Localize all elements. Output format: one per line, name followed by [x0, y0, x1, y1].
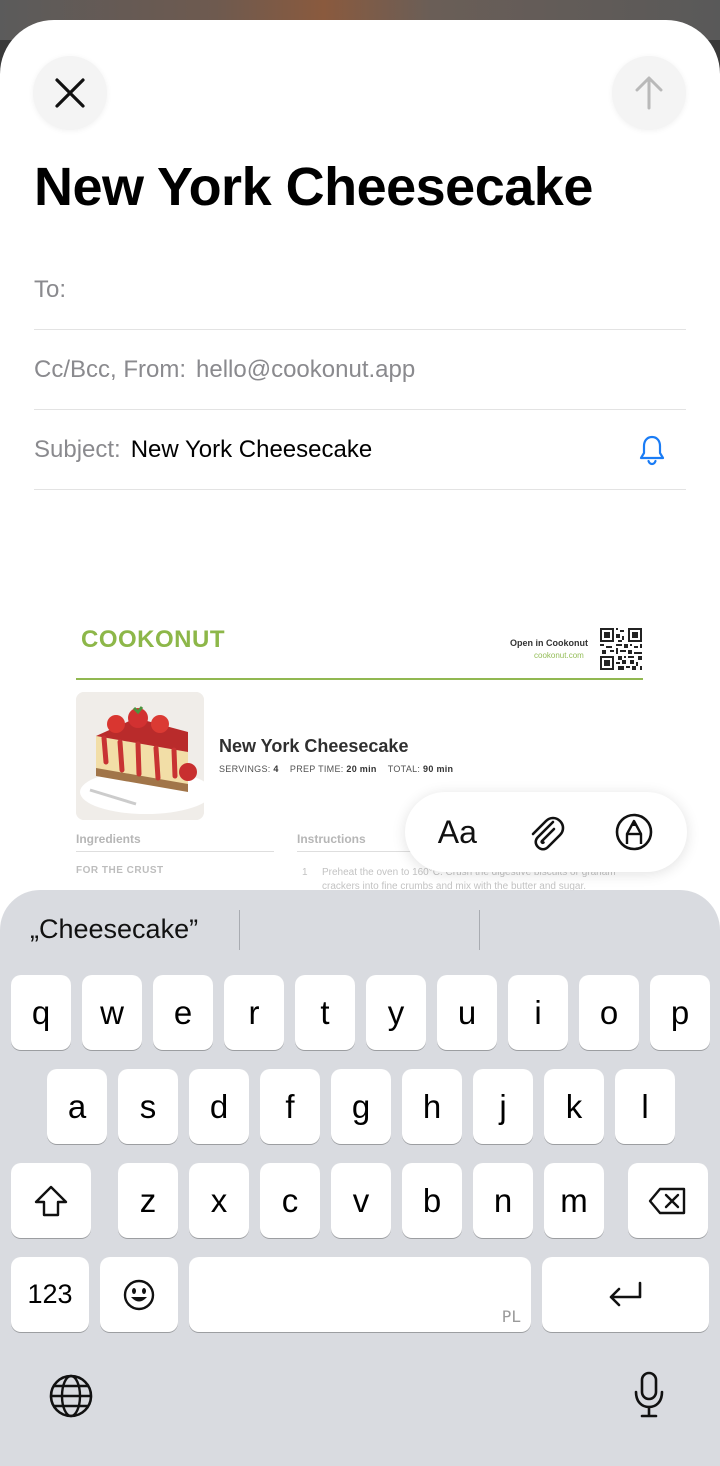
to-field[interactable]: To: — [34, 250, 686, 330]
key-f[interactable]: f — [260, 1069, 320, 1144]
close-button[interactable] — [33, 56, 107, 130]
key-j[interactable]: j — [473, 1069, 533, 1144]
suggestion-divider — [479, 910, 480, 950]
total-label: TOTAL: — [387, 764, 421, 774]
backspace-icon — [648, 1187, 686, 1214]
key-n[interactable]: n — [473, 1163, 533, 1238]
shift-key[interactable] — [11, 1163, 91, 1238]
key-u[interactable]: u — [437, 975, 497, 1050]
compose-title: New York Cheesecake — [34, 157, 593, 217]
close-icon — [55, 78, 85, 108]
recipe-title: New York Cheesecake — [219, 736, 409, 756]
key-m[interactable]: m — [544, 1163, 604, 1238]
emoji-icon — [123, 1279, 155, 1310]
servings-value: 4 — [273, 764, 279, 774]
mail-compose-sheet: New York Cheesecake To: Cc/Bcc, From: he… — [0, 20, 720, 1466]
open-in-app-label: Open in Cookonut — [510, 638, 588, 648]
key-r[interactable]: r — [224, 975, 284, 1050]
cheesecake-photo — [76, 692, 204, 820]
delete-key[interactable] — [628, 1163, 708, 1238]
bell-icon[interactable] — [638, 434, 666, 466]
cookonut-logo: COOKONUT — [81, 626, 225, 653]
key-q[interactable]: q — [11, 975, 71, 1050]
paperclip-icon[interactable] — [527, 812, 565, 852]
autocorrect-suggestion[interactable]: „Cheesecake” — [30, 914, 198, 945]
key-h[interactable]: h — [402, 1069, 462, 1144]
instructions-heading: Instructions — [297, 832, 366, 846]
key-d[interactable]: d — [189, 1069, 249, 1144]
space-key[interactable]: PL — [189, 1257, 531, 1332]
text-format-button[interactable]: Aa — [438, 814, 477, 851]
key-g[interactable]: g — [331, 1069, 391, 1144]
key-s[interactable]: s — [118, 1069, 178, 1144]
cc-bcc-from-label: Cc/Bcc, From: — [34, 355, 187, 383]
subject-input[interactable]: New York Cheesecake — [131, 436, 372, 464]
qr-code-icon — [600, 628, 642, 670]
emoji-key[interactable] — [100, 1257, 178, 1332]
ingredients-heading: Ingredients — [76, 832, 141, 846]
key-i[interactable]: i — [508, 975, 568, 1050]
keyboard-language-label: PL — [501, 1307, 521, 1326]
key-c[interactable]: c — [260, 1163, 320, 1238]
key-k[interactable]: k — [544, 1069, 604, 1144]
microphone-icon[interactable] — [632, 1370, 666, 1420]
total-value: 90 min — [423, 764, 454, 774]
key-x[interactable]: x — [189, 1163, 249, 1238]
subject-field[interactable]: Subject: New York Cheesecake — [34, 410, 686, 490]
key-e[interactable]: e — [153, 975, 213, 1050]
shift-icon — [34, 1185, 68, 1216]
key-z[interactable]: z — [118, 1163, 178, 1238]
key-t[interactable]: t — [295, 975, 355, 1050]
to-label: To: — [34, 275, 67, 303]
suggestion-divider — [239, 910, 240, 950]
format-toolbar: Aa — [405, 792, 687, 872]
header-divider — [76, 678, 643, 680]
send-button[interactable] — [612, 56, 686, 130]
return-icon — [609, 1281, 641, 1306]
key-b[interactable]: b — [402, 1163, 462, 1238]
key-l[interactable]: l — [615, 1069, 675, 1144]
return-key[interactable] — [542, 1257, 709, 1332]
key-y[interactable]: y — [366, 975, 426, 1050]
app-url: cookonut.com — [534, 651, 584, 660]
key-o[interactable]: o — [579, 975, 639, 1050]
numbers-key[interactable]: 123 — [11, 1257, 89, 1332]
from-address[interactable]: hello@cookonut.app — [196, 356, 415, 384]
prep-label: PREP TIME: — [289, 764, 344, 774]
key-a[interactable]: a — [47, 1069, 107, 1144]
subject-label: Subject: — [34, 435, 121, 463]
key-v[interactable]: v — [331, 1163, 391, 1238]
prep-value: 20 min — [346, 764, 377, 774]
keyboard: „Cheesecake” q w e r t y u i o p a s d f… — [0, 890, 720, 1466]
crust-heading: FOR THE CRUST — [76, 865, 164, 876]
step-number: 1 — [302, 867, 308, 878]
key-p[interactable]: p — [650, 975, 710, 1050]
arrow-up-icon — [635, 76, 663, 110]
cc-bcc-from-field[interactable]: Cc/Bcc, From: hello@cookonut.app — [34, 330, 686, 410]
key-w[interactable]: w — [82, 975, 142, 1050]
ingredients-divider — [76, 851, 274, 852]
markup-pen-icon[interactable] — [614, 812, 654, 852]
servings-label: SERVINGS: — [219, 764, 271, 774]
recipe-meta: SERVINGS: 4 PREP TIME: 20 min TOTAL: 90 … — [219, 764, 453, 774]
globe-icon[interactable] — [48, 1373, 94, 1419]
